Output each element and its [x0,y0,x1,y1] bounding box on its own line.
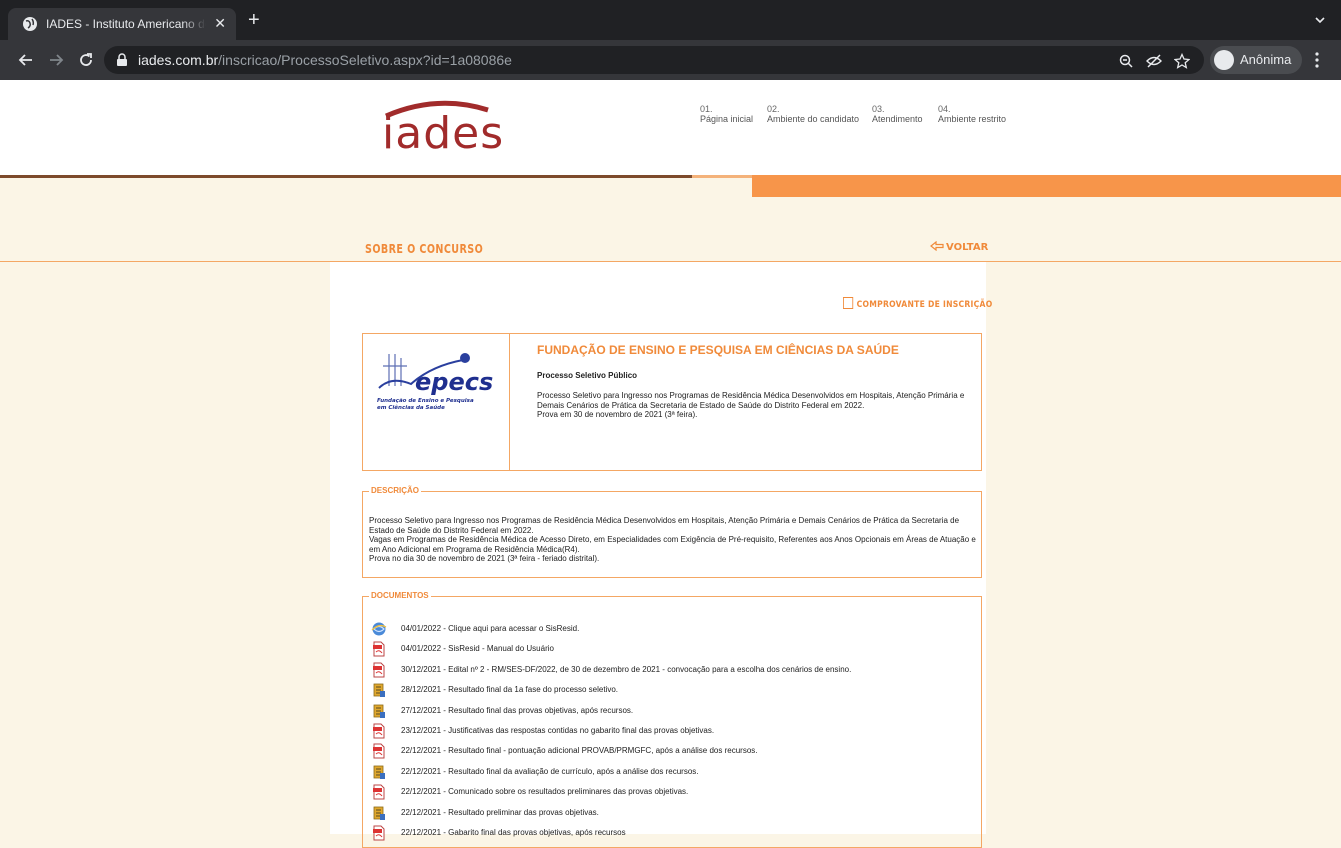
browser-toolbar: iades.com.br/inscricao/ProcessoSeletivo.… [0,40,1341,80]
tab-title: IADES - Instituto Americano de [46,17,206,31]
nav-number: 01. [700,104,713,114]
pdf-icon[interactable] [371,784,387,800]
organization-title: FUNDAÇÃO DE ENSINO E PESQUISA EM CIÊNCIA… [537,343,899,357]
documents-legend: DOCUMENTOS [369,591,431,600]
nav-label: Ambiente do candidato [767,114,860,124]
header-divider-orange [752,175,1341,197]
profile-name: Anônima [1240,52,1292,67]
organization-logo-cell: epecs Fundação de Ensino e Pesquisa em C… [363,334,510,470]
document-link-text[interactable]: 04/01/2022 - SisResid - Manual do Usuári… [401,644,554,653]
url-text: iades.com.br/inscricao/ProcessoSeletivo.… [138,52,512,68]
tab-search-chevron-icon[interactable] [1313,13,1327,27]
section-title: SOBRE O CONCURSO [365,242,484,256]
browser-tab[interactable]: IADES - Instituto Americano de ✕ [8,8,236,40]
browser-menu-icon[interactable] [1315,52,1319,68]
svg-text:em Ciências da Saúde: em Ciências da Saúde [377,404,445,411]
document-link-text[interactable]: 22/12/2021 - Gabarito final das provas o… [401,828,626,837]
nav-number: 04. [938,104,951,114]
description-legend: DESCRIÇÃO [369,486,422,495]
process-type: Processo Seletivo Público [537,371,638,380]
result-icon[interactable] [371,764,387,780]
site-header [0,80,1341,175]
new-tab-button[interactable]: + [248,10,260,30]
pdf-icon[interactable] [371,641,387,657]
epecs-logo-text: epecs [415,368,493,396]
zoom-icon[interactable] [1118,53,1134,69]
incognito-icon [1214,50,1234,70]
nav-label: Página inicial [700,114,754,124]
logo-wordmark: iades [382,108,505,159]
url-domain: iades.com.br [138,52,219,68]
result-icon[interactable] [371,682,387,698]
nav-label: Ambiente restrito [938,114,1007,124]
document-link-text[interactable]: 30/12/2021 - Edital nº 2 - RM/SES-DF/202… [401,665,851,674]
eye-slash-icon[interactable] [1146,53,1162,69]
forward-arrow-icon[interactable] [46,50,66,70]
back-arrow-icon[interactable] [16,50,36,70]
pdf-icon[interactable] [371,723,387,739]
document-link-text[interactable]: 22/12/2021 - Resultado final - pontuação… [401,746,758,755]
globe-icon [23,17,37,31]
svg-text:Fundação de Ensino e Pesquisa: Fundação de Ensino e Pesquisa [377,398,474,404]
document-link-text[interactable]: 23/12/2021 - Justificativas das resposta… [401,726,714,735]
lock-icon[interactable] [116,53,128,67]
document-link-text[interactable]: 28/12/2021 - Resultado final da 1a fase … [401,685,618,694]
header-divider-light [692,175,752,178]
browser-tab-strip: IADES - Instituto Americano de ✕ + [0,0,1341,40]
close-tab-icon[interactable]: ✕ [214,15,226,32]
document-link-text[interactable]: 22/12/2021 - Resultado final da avaliaçã… [401,767,699,776]
address-bar[interactable]: iades.com.br/inscricao/ProcessoSeletivo.… [104,46,1204,74]
back-label: VOLTAR [946,242,989,253]
receipt-label: COMPROVANTE DE INSCRIÇÃO [856,300,993,310]
document-link-text[interactable]: 22/12/2021 - Comunicado sobre os resulta… [401,787,688,796]
document-link-text[interactable]: 22/12/2021 - Resultado preliminar das pr… [401,808,599,817]
incognito-profile-button[interactable]: Anônima [1210,46,1302,74]
nav-item-restricted[interactable]: 04. Ambiente restrito [938,104,1006,124]
document-link-text[interactable]: 27/12/2021 - Resultado final das provas … [401,706,633,715]
nav-item-home[interactable]: 01. Página inicial [700,104,753,124]
description-text: Processo Seletivo para Ingresso nos Prog… [369,516,976,563]
receipt-icon [843,297,854,309]
description-fieldset: DESCRIÇÃO Processo Seletivo para Ingress… [362,486,982,578]
web-link-icon[interactable] [371,621,387,637]
header-divider-dark [0,175,692,178]
reload-icon[interactable] [76,50,96,70]
process-description: Processo Seletivo para Ingresso nos Prog… [537,391,965,419]
nav-item-support[interactable]: 03. Atendimento [872,104,923,124]
epecs-logo: epecs Fundação de Ensino e Pesquisa em C… [377,353,493,411]
nav-number: 03. [872,104,885,114]
back-link[interactable]: VOLTAR [930,241,988,253]
result-icon[interactable] [371,805,387,821]
url-path: /inscricao/ProcessoSeletivo.aspx?id=1a08… [218,52,512,68]
pdf-icon[interactable] [371,662,387,678]
document-link-text[interactable]: 04/01/2022 - Clique aqui para acessar o … [401,624,579,633]
pdf-icon[interactable] [371,825,387,841]
nav-label: Atendimento [872,114,923,124]
nav-item-candidate[interactable]: 02. Ambiente do candidato [767,104,859,124]
documents-fieldset: DOCUMENTOS 04/01/2022 - Clique aqui para… [362,591,982,848]
result-icon[interactable] [371,703,387,719]
pdf-icon[interactable] [371,743,387,759]
nav-number: 02. [767,104,780,114]
registration-receipt-link[interactable]: COMPROVANTE DE INSCRIÇÃO [843,297,992,310]
bookmark-star-icon[interactable] [1174,53,1190,69]
back-arrow-outline-icon [930,241,944,251]
